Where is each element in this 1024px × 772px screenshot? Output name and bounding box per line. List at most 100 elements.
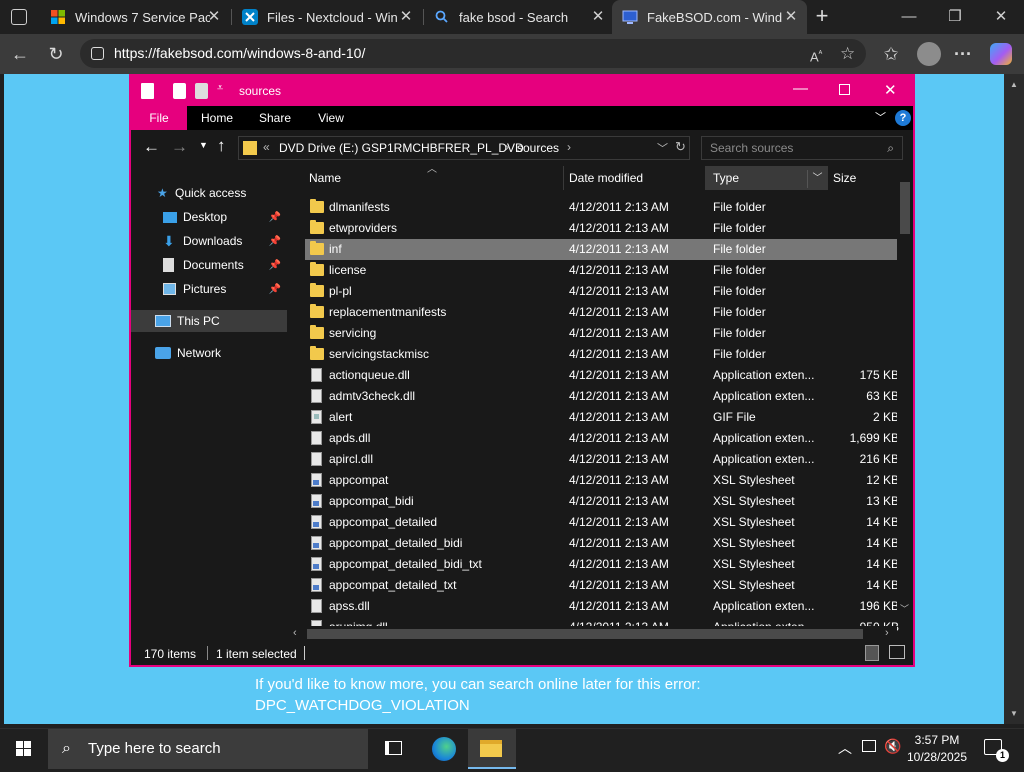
table-row[interactable]: apircl.dll 4/12/2011 2:13 AM Application e… [305, 449, 899, 470]
refresh-icon[interactable]: ↻ [675, 139, 686, 155]
volume-muted-icon[interactable]: 🔇 [884, 738, 901, 755]
table-row[interactable]: appcompat_bidi 4/12/2011 2:13 AM XSL Style… [305, 491, 899, 512]
minimize-icon[interactable]: — [898, 6, 920, 28]
show-hidden-icons-icon[interactable]: ︿ [838, 738, 852, 758]
tab-view[interactable]: View [307, 106, 355, 130]
network-status-icon[interactable] [862, 740, 876, 752]
back-icon[interactable]: ← [9, 43, 31, 65]
horizontal-scrollbar[interactable]: ‹ › [291, 626, 897, 642]
favorites-icon[interactable]: ✩ [880, 43, 902, 65]
details-view-icon[interactable] [865, 645, 879, 661]
nav-network[interactable]: Network [131, 342, 287, 364]
close-icon[interactable]: ✕ [884, 81, 897, 99]
tab-home[interactable]: Home [193, 106, 241, 130]
table-row[interactable]: appcompat_detailed 4/12/2011 2:13 AM XSL S… [305, 512, 899, 533]
table-row[interactable]: apds.dll 4/12/2011 2:13 AM Application ext… [305, 428, 899, 449]
large-icons-view-icon[interactable] [889, 645, 905, 659]
breadcrumb-drive[interactable]: DVD Drive (E:) GSP1RMCHBFRER_PL_DVD [279, 141, 524, 155]
start-button[interactable] [0, 729, 48, 769]
scroll-thumb[interactable] [307, 629, 863, 639]
breadcrumb[interactable]: « DVD Drive (E:) GSP1RMCHBFRER_PL_DVD › … [238, 136, 690, 160]
table-row[interactable]: admtv3check.dll 4/12/2011 2:13 AM Applicat… [305, 386, 899, 407]
favorite-star-icon[interactable]: ☆ [840, 39, 855, 68]
table-row[interactable]: appcompat_detailed_bidi_txt 4/12/2011 2:1… [305, 554, 899, 575]
table-row[interactable]: license 4/12/2011 2:13 AM File folder [305, 260, 899, 281]
expand-ribbon-icon[interactable]: ﹀ [875, 109, 886, 125]
maximize-icon[interactable] [839, 84, 850, 95]
nav-quick-access[interactable]: ★ Quick access [131, 182, 287, 204]
table-row[interactable]: appcompat_detailed_txt 4/12/2011 2:13 AM X… [305, 575, 899, 596]
scroll-right-icon[interactable]: › [885, 627, 889, 639]
scroll-thumb[interactable] [900, 182, 910, 234]
tab-windows7-sp[interactable]: Windows 7 Service Pack ✕ [40, 0, 230, 34]
refresh-icon[interactable]: ↻ [45, 43, 67, 65]
scroll-down-icon[interactable]: ﹀ [900, 602, 909, 615]
close-icon[interactable]: ✕ [783, 9, 799, 25]
taskbar-search-input[interactable]: ⌕ Type here to search [48, 729, 368, 769]
close-icon[interactable]: ✕ [398, 9, 414, 25]
pin-icon[interactable]: 📌 [269, 260, 281, 271]
url-field[interactable]: https://fakebsod.com/windows-8-and-10/ A… [80, 39, 866, 68]
scroll-left-icon[interactable]: ‹ [293, 627, 297, 639]
table-row[interactable]: servicingstackmisc 4/12/2011 2:13 AM File … [305, 344, 899, 365]
table-row[interactable]: appcompat_detailed_bidi 4/12/2011 2:13 AM… [305, 533, 899, 554]
close-window-icon[interactable]: ✕ [990, 6, 1012, 28]
properties-icon[interactable] [173, 83, 186, 99]
table-row[interactable]: pl-pl 4/12/2011 2:13 AM File folder [305, 281, 899, 302]
help-icon[interactable]: ? [895, 110, 911, 126]
recent-locations-icon[interactable]: ▼ [199, 140, 208, 150]
table-row[interactable]: alert 4/12/2011 2:13 AM GIF File 2 KB [305, 407, 899, 428]
pin-icon[interactable]: 📌 [269, 212, 281, 223]
page-scrollbar[interactable]: ▲ ▼ [1004, 74, 1024, 724]
task-view-button[interactable] [370, 729, 418, 769]
tab-fake-bsod-search[interactable]: fake bsod - Search ✕ [424, 0, 614, 34]
site-info-icon[interactable] [91, 47, 104, 60]
tab-share[interactable]: Share [251, 106, 299, 130]
clock[interactable]: 3:57 PM 10/28/2025 [904, 732, 970, 766]
column-filter-icon[interactable]: ﹀ [807, 170, 827, 188]
address-dropdown-icon[interactable]: ﹀ [657, 140, 668, 156]
profile-avatar[interactable] [917, 42, 941, 66]
column-date-modified[interactable]: Date modified [561, 166, 703, 190]
vertical-scrollbar[interactable]: ﹀ [897, 166, 913, 616]
file-explorer-taskbar-app[interactable] [468, 729, 516, 769]
table-row[interactable]: appcompat 4/12/2011 2:13 AM XSL Stylesheet… [305, 470, 899, 491]
column-name[interactable]: Name [301, 166, 555, 190]
minimize-icon[interactable]: — [793, 80, 808, 97]
close-icon[interactable]: ✕ [206, 9, 222, 25]
table-row[interactable]: dlmanifests 4/12/2011 2:13 AM File folder [305, 197, 899, 218]
edge-taskbar-app[interactable] [420, 729, 468, 769]
tab-fakebsod-active[interactable]: FakeBSOD.com - Windo ✕ [612, 0, 807, 34]
nav-this-pc[interactable]: This PC [131, 310, 287, 332]
restore-icon[interactable]: ❐ [944, 6, 966, 28]
back-icon[interactable]: ← [143, 137, 160, 157]
close-icon[interactable]: ✕ [590, 9, 606, 25]
breadcrumb-folder[interactable]: sources [517, 141, 559, 155]
nav-documents[interactable]: Documents 📌 [131, 254, 287, 276]
nav-pictures[interactable]: Pictures 📌 [131, 278, 287, 300]
breadcrumb-overflow[interactable]: « [263, 140, 270, 154]
new-folder-icon[interactable] [195, 83, 208, 99]
new-tab-icon[interactable]: + [811, 4, 833, 28]
nav-desktop[interactable]: Desktop 📌 [131, 206, 287, 228]
search-input[interactable]: Search sources ⌕ [701, 136, 903, 160]
column-size[interactable]: Size [825, 166, 895, 190]
tab-nextcloud[interactable]: Files - Nextcloud - WinS ✕ [232, 0, 422, 34]
read-aloud-icon[interactable]: Aᴬ [810, 39, 822, 71]
tab-file[interactable]: File [131, 106, 187, 130]
table-row[interactable]: etwproviders 4/12/2011 2:13 AM File folder [305, 218, 899, 239]
pin-icon[interactable]: 📌 [269, 284, 281, 295]
quick-access-dropdown-icon[interactable]: ⩡ [217, 82, 223, 95]
table-row[interactable]: servicing 4/12/2011 2:13 AM File folder [305, 323, 899, 344]
copilot-icon[interactable] [990, 43, 1012, 65]
forward-icon[interactable]: → [171, 137, 188, 157]
pin-icon[interactable]: 📌 [269, 236, 281, 247]
table-row[interactable]: inf 4/12/2011 2:13 AM File folder [305, 239, 899, 260]
table-row[interactable]: replacementmanifests 4/12/2011 2:13 AM Fil… [305, 302, 899, 323]
table-row[interactable]: actionqueue.dll 4/12/2011 2:13 AM Applicat… [305, 365, 899, 386]
table-row[interactable]: apss.dll 4/12/2011 2:13 AM Application ext… [305, 596, 899, 617]
nav-downloads[interactable]: ⬇ Downloads 📌 [131, 230, 287, 252]
tab-actions-icon[interactable] [11, 9, 27, 25]
up-icon[interactable]: ↑ [217, 136, 226, 156]
more-menu-icon[interactable]: ··· [952, 43, 974, 65]
